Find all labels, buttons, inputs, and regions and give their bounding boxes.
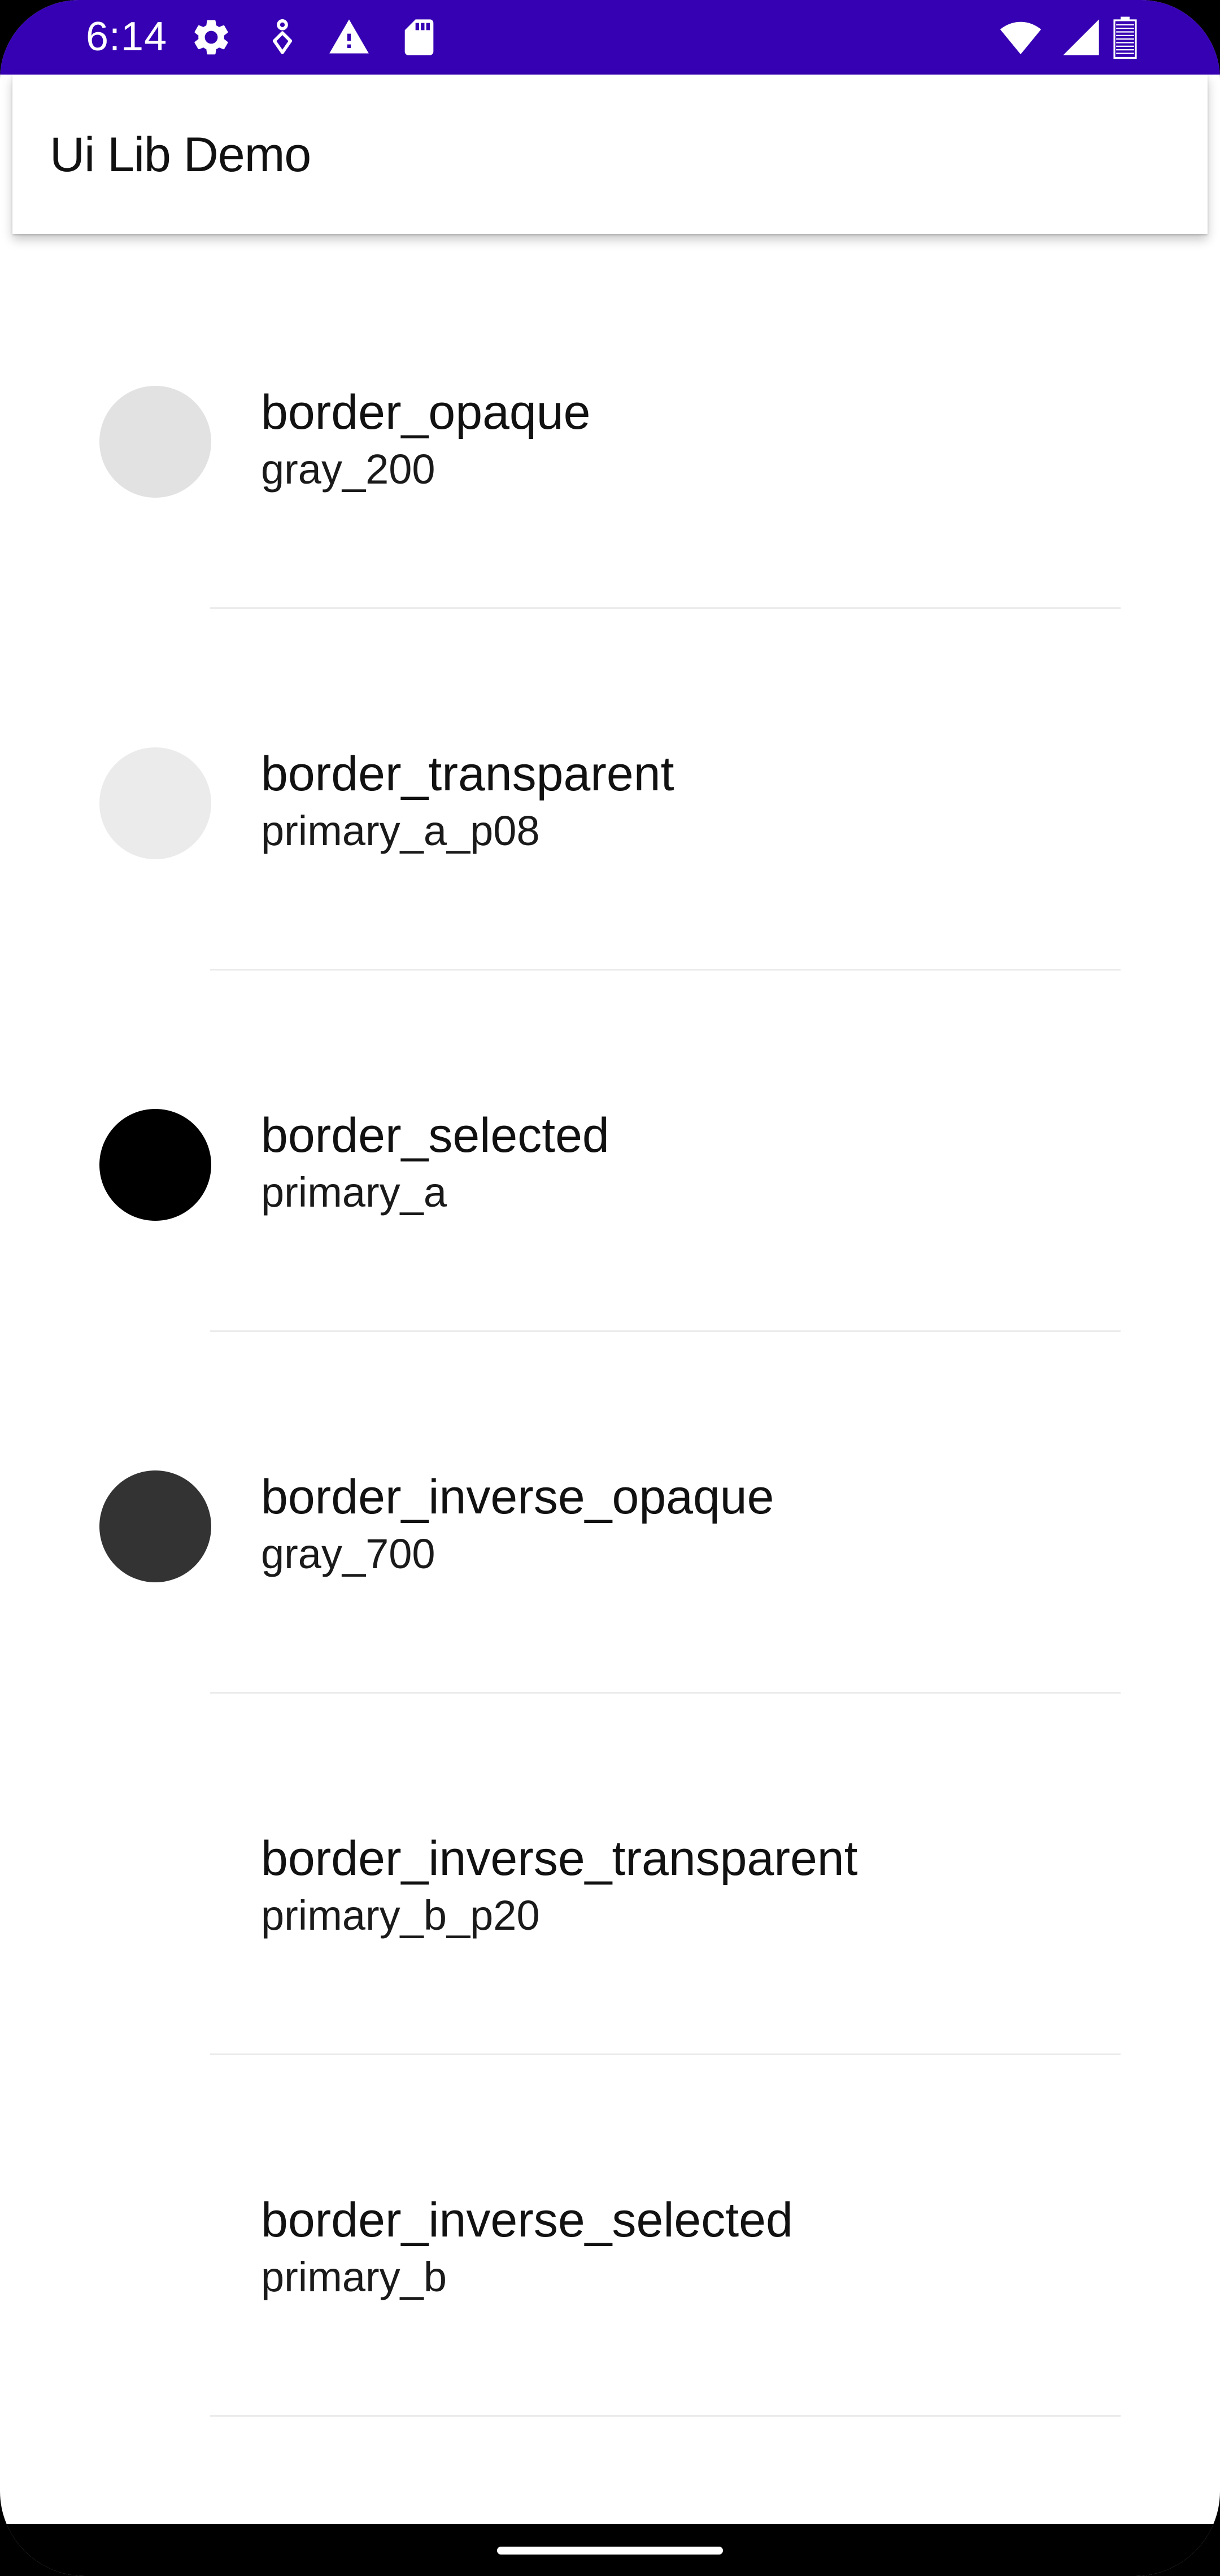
device-screen: 6:14 Ui Lib Demo border_opaque gray_200 … [0,0,1220,2576]
sd-card-icon [398,16,441,59]
color-token-list[interactable]: border_opaque gray_200 border_transparen… [0,237,1220,2417]
list-item-border-inverse-selected[interactable]: border_inverse_selected primary_b [0,2045,1220,2417]
cellular-signal-icon [1060,16,1103,59]
item-title: border_inverse_selected [261,2193,793,2247]
home-gesture-handle[interactable] [497,2547,723,2555]
color-swatch [99,1109,211,1221]
item-subtitle: gray_200 [261,446,435,493]
item-title: border_inverse_opaque [261,1470,774,1524]
status-bar: 6:14 [0,0,1220,75]
item-title: border_transparent [261,747,674,801]
app-bar: Ui Lib Demo [12,75,1208,234]
list-item-border-inverse-opaque[interactable]: border_inverse_opaque gray_700 [0,1322,1220,1694]
navigation-bar [0,2524,1220,2576]
list-item-border-opaque[interactable]: border_opaque gray_200 [0,237,1220,609]
color-swatch [99,386,211,498]
item-subtitle: primary_b_p20 [261,1892,540,1939]
accessibility-icon [261,16,304,59]
item-title: border_selected [261,1108,609,1163]
color-swatch [99,1832,211,1944]
warning-icon [328,16,371,59]
item-subtitle: gray_700 [261,1530,435,1577]
color-swatch [99,2194,211,2305]
app-title: Ui Lib Demo [50,128,311,182]
list-divider [210,2415,1121,2417]
item-title: border_opaque [261,385,591,440]
status-time: 6:14 [86,14,168,59]
item-title: border_inverse_transparent [261,1831,858,1886]
color-swatch [99,747,211,859]
list-item-border-transparent[interactable]: border_transparent primary_a_p08 [0,599,1220,971]
battery-icon [1110,16,1140,59]
item-subtitle: primary_a [261,1169,447,1216]
item-subtitle: primary_a_p08 [261,807,540,854]
settings-icon [190,16,233,59]
wifi-icon [995,16,1046,59]
list-item-border-inverse-transparent[interactable]: border_inverse_transparent primary_b_p20 [0,1683,1220,2055]
item-subtitle: primary_b [261,2253,447,2300]
color-swatch [99,1470,211,1582]
list-item-border-selected[interactable]: border_selected primary_a [0,960,1220,1332]
